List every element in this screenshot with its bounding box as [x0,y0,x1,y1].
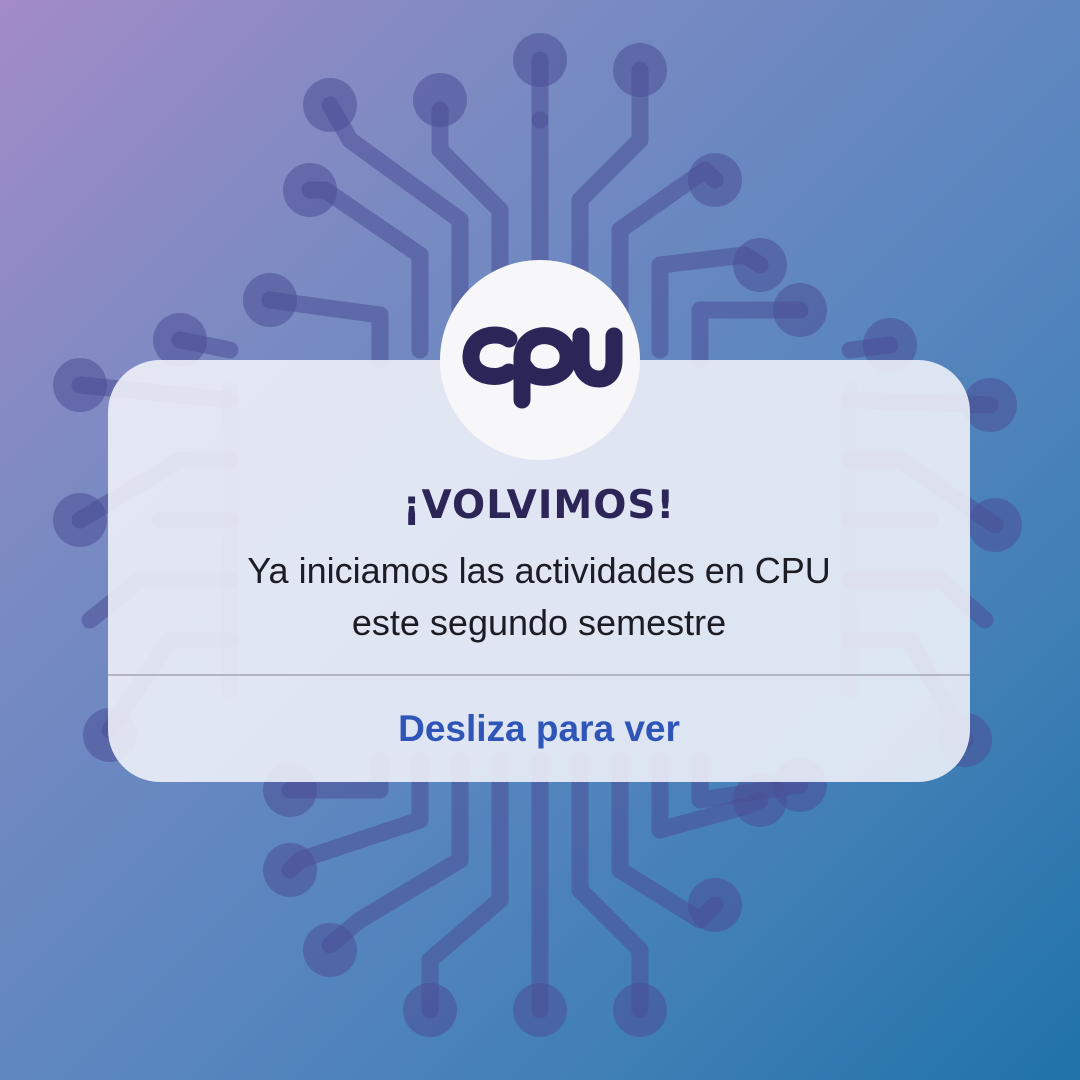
announcement-line-2: este segundo semestre [351,602,727,643]
announcement-text: Ya iniciamos las actividades en CPU este… [108,545,970,649]
swipe-to-view-link[interactable]: Desliza para ver [108,702,970,756]
post-canvas: ¡VOLVIMOS! Ya iniciamos las actividades … [0,0,1080,1080]
cpu-logo-icon [462,326,623,409]
headline: ¡VOLVIMOS! [402,483,676,528]
announcement-line-1: Ya iniciamos las actividades en CPU [247,550,831,591]
logo-badge [440,260,640,460]
divider [108,674,970,676]
